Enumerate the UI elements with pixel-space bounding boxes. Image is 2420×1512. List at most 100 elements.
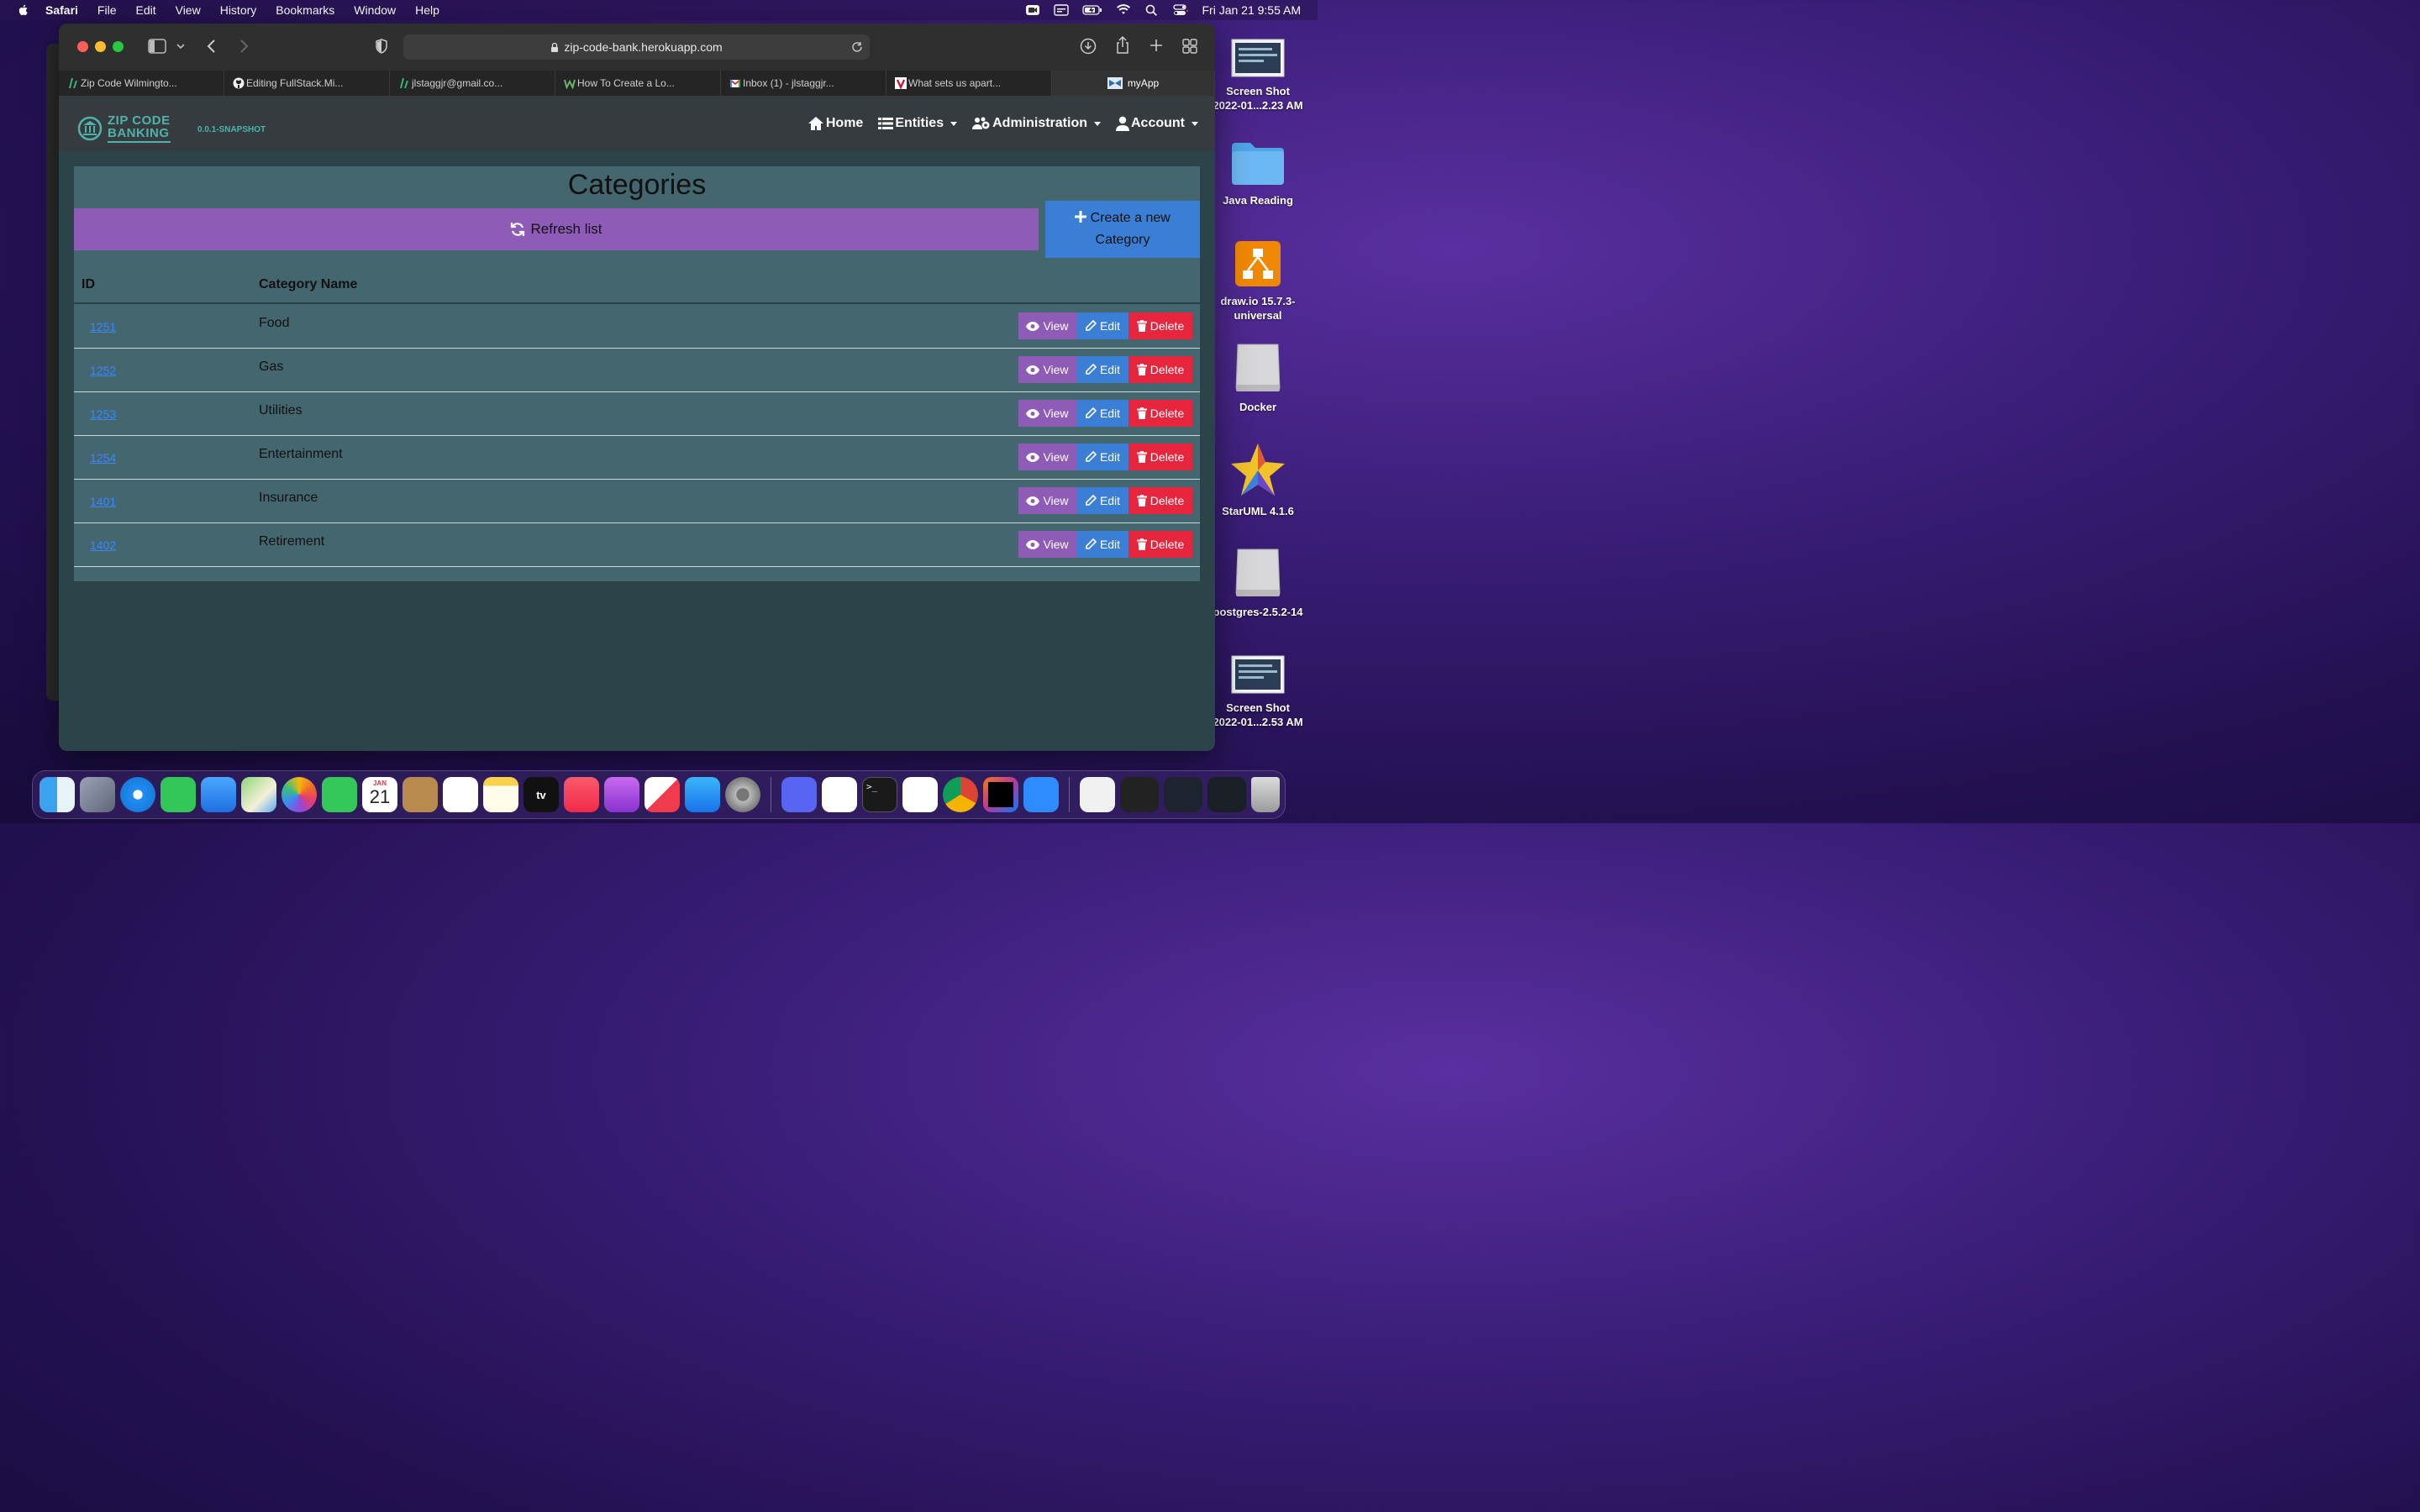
edit-button[interactable]: Edit [1076, 444, 1128, 470]
trash-icon[interactable] [1251, 777, 1280, 812]
create-category-button[interactable]: Create a new Category [1045, 201, 1200, 258]
calendar-icon[interactable]: JAN 21 [362, 777, 397, 812]
documents-icon[interactable] [1080, 777, 1115, 812]
menu-clock[interactable]: Fri Jan 21 9:55 AM [1202, 3, 1301, 17]
desktop-icon-drawio[interactable]: draw.io 15.7.3- universal [1212, 240, 1304, 323]
minimize-window-button[interactable] [95, 41, 106, 52]
delete-button[interactable]: Delete [1128, 312, 1192, 339]
nav-home[interactable]: Home [808, 116, 863, 131]
edit-button[interactable]: Edit [1076, 487, 1128, 514]
tab-gmail-account[interactable]: jlstaggjr@gmail.co... [390, 71, 555, 96]
finder-icon[interactable] [39, 777, 75, 812]
menu-history[interactable]: History [220, 3, 257, 17]
input-source-icon[interactable] [1054, 4, 1070, 16]
view-button[interactable]: View [1018, 356, 1076, 383]
menu-view[interactable]: View [176, 3, 201, 17]
chevron-down-icon[interactable] [176, 44, 185, 50]
zoom-icon[interactable] [1023, 777, 1059, 812]
delete-button[interactable]: Delete [1128, 531, 1192, 558]
desktop-icon-docker[interactable]: Docker [1212, 341, 1304, 414]
tab-what-sets-us-apart[interactable]: What sets us apart... [886, 71, 1052, 96]
podcasts-icon[interactable] [604, 777, 639, 812]
delete-button[interactable]: Delete [1128, 444, 1192, 470]
sidebar-toggle-icon[interactable] [148, 39, 166, 54]
chrome-icon[interactable] [943, 777, 978, 812]
discord-icon[interactable] [781, 777, 817, 812]
notes-icon[interactable] [483, 777, 518, 812]
column-header-id[interactable]: ID [82, 277, 95, 292]
appletv-icon[interactable]: tv [523, 777, 559, 812]
settings-icon[interactable] [725, 777, 760, 812]
appstore-icon[interactable] [685, 777, 720, 812]
photos-icon[interactable] [281, 777, 317, 812]
facetime-icon[interactable] [322, 777, 357, 812]
launchpad-icon[interactable] [80, 777, 115, 812]
view-button[interactable]: View [1018, 531, 1076, 558]
menu-bookmarks[interactable]: Bookmarks [276, 3, 334, 17]
nav-administration[interactable]: Administration [972, 116, 1101, 131]
desktop-icon-screenshot-1[interactable]: Screen Shot 2022-01...2.23 AM [1212, 39, 1304, 113]
downloads-icon[interactable] [1080, 38, 1097, 55]
reminders-icon[interactable] [443, 777, 478, 812]
view-button[interactable]: View [1018, 487, 1076, 514]
edit-button[interactable]: Edit [1076, 356, 1128, 383]
terminal-icon[interactable]: >_ [862, 777, 897, 812]
address-bar[interactable]: zip-code-bank.herokuapp.com [403, 34, 870, 60]
share-icon[interactable] [1115, 36, 1130, 55]
window-thumb-1[interactable] [1120, 777, 1159, 812]
nav-account[interactable]: Account [1116, 116, 1198, 131]
delete-button[interactable]: Delete [1128, 356, 1192, 383]
category-id-link[interactable]: 1252 [90, 364, 116, 377]
reload-icon[interactable] [851, 41, 863, 53]
delete-button[interactable]: Delete [1128, 400, 1192, 427]
window-thumb-2[interactable] [1164, 777, 1202, 812]
wifi-icon[interactable] [1116, 4, 1131, 16]
menu-app-name[interactable]: Safari [45, 3, 78, 17]
news-icon[interactable] [644, 777, 680, 812]
menu-file[interactable]: File [97, 3, 117, 17]
view-button[interactable]: View [1018, 444, 1076, 470]
refresh-list-button[interactable]: Refresh list [74, 208, 1039, 250]
tab-zip-code-wilmington[interactable]: Zip Code Wilmingto... [59, 71, 224, 96]
music-icon[interactable] [564, 777, 599, 812]
window-thumb-3[interactable] [1207, 777, 1246, 812]
zoom-status-icon[interactable] [1025, 4, 1040, 16]
messages-icon[interactable] [160, 777, 196, 812]
category-id-link[interactable]: 1254 [90, 451, 116, 465]
category-id-link[interactable]: 1402 [90, 538, 116, 552]
close-window-button[interactable] [77, 41, 88, 52]
menu-help[interactable]: Help [415, 3, 439, 17]
view-button[interactable]: View [1018, 400, 1076, 427]
column-header-name[interactable]: Category Name [259, 277, 357, 292]
battery-icon[interactable] [1082, 4, 1102, 16]
forward-icon[interactable] [239, 39, 249, 54]
edit-button[interactable]: Edit [1076, 531, 1128, 558]
zoom-window-button[interactable] [113, 41, 124, 52]
brand-logo[interactable]: ZIP CODE BANKING 0.0.1-SNAPSHOT [77, 114, 266, 143]
category-id-link[interactable]: 1253 [90, 407, 116, 421]
back-icon[interactable] [207, 39, 217, 54]
edit-button[interactable]: Edit [1076, 400, 1128, 427]
apple-menu-icon[interactable] [17, 3, 30, 17]
desktop-icon-staruml[interactable]: StarUML 4.1.6 [1212, 442, 1304, 518]
intellij-icon[interactable] [983, 777, 1018, 812]
safari-icon[interactable] [120, 777, 155, 812]
desktop-icon-postgres[interactable]: postgres-2.5.2-14 [1212, 546, 1304, 619]
new-tab-icon[interactable] [1150, 39, 1163, 52]
nav-entities[interactable]: Entities [878, 116, 958, 131]
mail-icon[interactable] [201, 777, 236, 812]
edit-button[interactable]: Edit [1076, 312, 1128, 339]
menu-window[interactable]: Window [354, 3, 396, 17]
tab-editing-fullstack[interactable]: Editing FullStack.Mi... [224, 71, 390, 96]
contacts-icon[interactable] [402, 777, 438, 812]
maps-icon[interactable] [241, 777, 276, 812]
control-center-icon[interactable] [1173, 4, 1189, 16]
delete-button[interactable]: Delete [1128, 487, 1192, 514]
category-id-link[interactable]: 1401 [90, 495, 116, 508]
spotlight-icon[interactable] [1144, 4, 1160, 16]
tab-myapp[interactable]: myApp [1052, 71, 1215, 96]
tab-inbox[interactable]: Inbox (1) - jlstaggjr... [721, 71, 886, 96]
category-id-link[interactable]: 1251 [90, 320, 116, 333]
desktop-icon-screenshot-2[interactable]: Screen Shot 2022-01...2.53 AM [1212, 655, 1304, 729]
tab-how-to-create[interactable]: How To Create a Lo... [555, 71, 721, 96]
